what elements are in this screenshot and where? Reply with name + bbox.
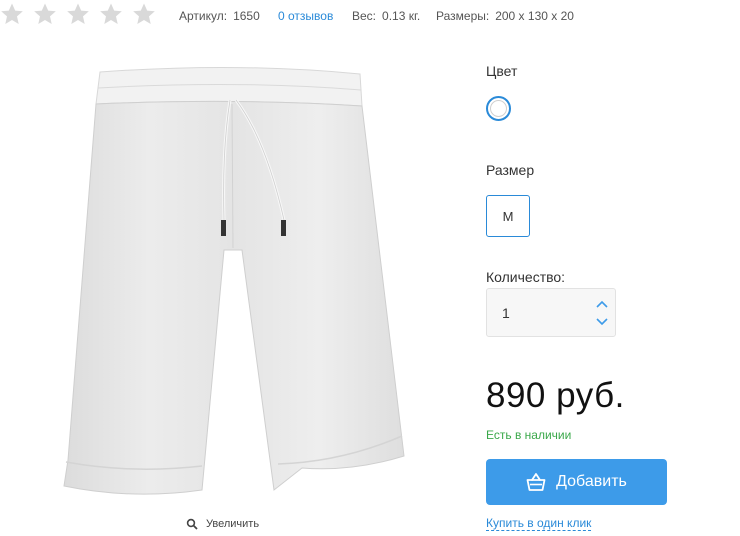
sku: Артикул: 1650 — [179, 9, 260, 23]
chevron-up-icon[interactable] — [595, 298, 609, 310]
size-option-m[interactable]: M — [486, 195, 530, 237]
basket-icon — [526, 473, 546, 491]
sku-label: Артикул: — [179, 9, 228, 23]
weight-label: Вес: — [352, 9, 377, 23]
star-icon[interactable] — [0, 2, 24, 26]
weight-value: 0.13 кг. — [382, 9, 421, 23]
weight: Вес: 0.13 кг. — [352, 9, 420, 23]
dimensions-value: 200 x 130 x 20 — [495, 9, 574, 23]
add-to-cart-button[interactable]: Добавить — [486, 459, 667, 505]
dimensions-label: Размеры: — [436, 9, 490, 23]
color-label: Цвет — [486, 63, 518, 79]
color-swatch-fill — [490, 100, 507, 117]
size-label: Размер — [486, 162, 535, 178]
dimensions: Размеры: 200 x 130 x 20 — [436, 9, 574, 23]
product-price: 890 руб. — [486, 376, 625, 415]
add-to-cart-label: Добавить — [556, 473, 627, 490]
reviews-link[interactable]: 0 отзывов — [278, 9, 333, 23]
star-icon[interactable] — [66, 2, 90, 26]
stock-status: Есть в наличии — [486, 428, 572, 442]
star-icon[interactable] — [132, 2, 156, 26]
star-icon[interactable] — [33, 2, 57, 26]
quantity-input[interactable] — [487, 289, 585, 336]
zoom-label: Увеличить — [206, 518, 260, 530]
color-swatch-white[interactable] — [486, 96, 511, 121]
rating-stars[interactable] — [0, 2, 165, 26]
product-image[interactable] — [52, 60, 422, 508]
buy-one-click-link[interactable]: Купить в один клик — [486, 516, 592, 531]
sku-value: 1650 — [233, 9, 260, 23]
product-meta-bar: Артикул: 1650 0 отзывов Вес: 0.13 кг. Разм… — [0, 0, 740, 30]
magnifier-icon — [186, 518, 198, 530]
zoom-button[interactable]: Увеличить — [186, 518, 259, 530]
chevron-down-icon[interactable] — [595, 316, 609, 328]
quantity-stepper — [486, 288, 616, 337]
star-icon[interactable] — [99, 2, 123, 26]
quantity-label: Количество: — [486, 269, 566, 285]
